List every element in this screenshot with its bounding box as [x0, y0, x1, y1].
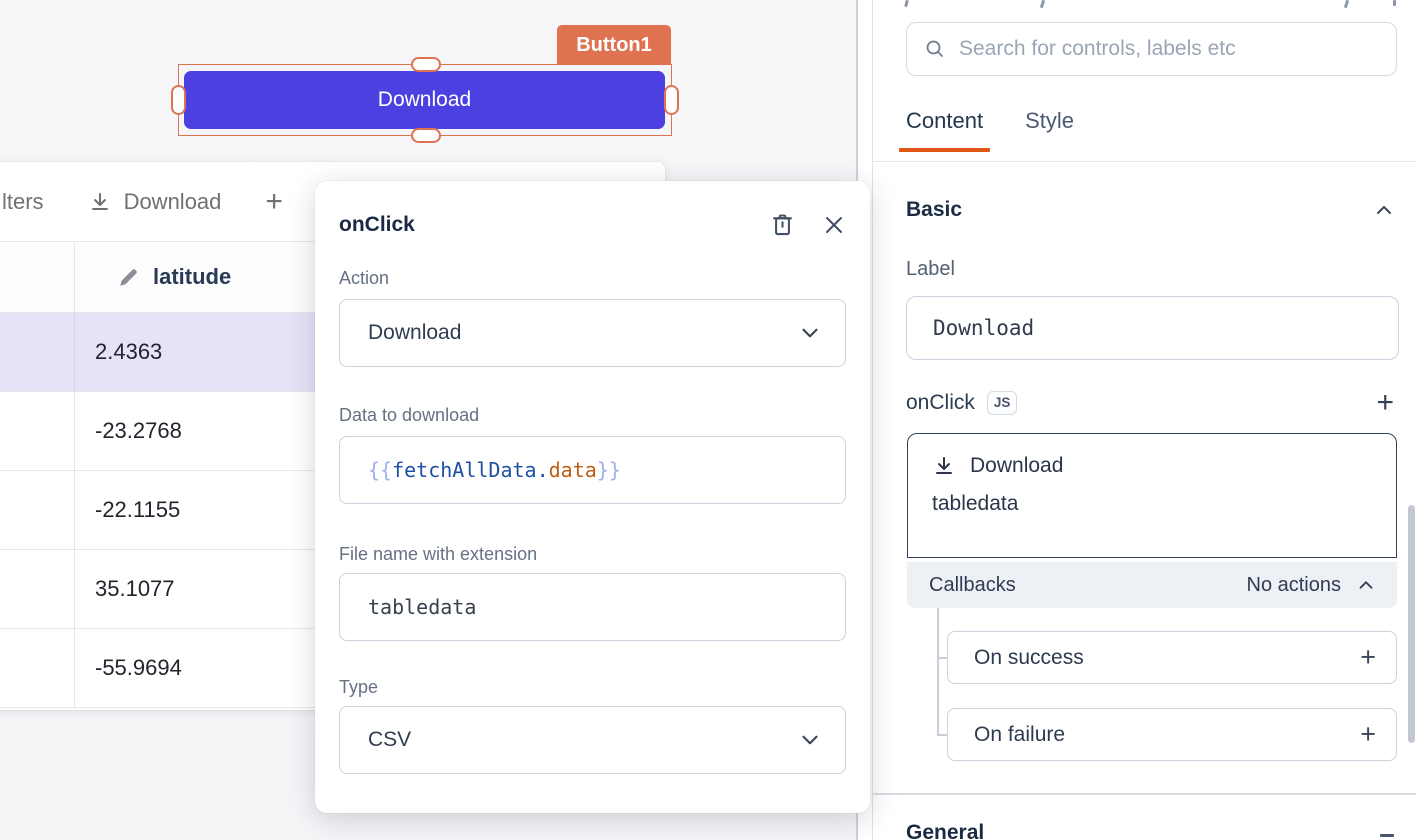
popup-title: onClick [339, 213, 769, 237]
data-to-download-input[interactable]: {{fetchAllData.data}} [339, 436, 846, 504]
label-field-label: Label [906, 258, 955, 281]
search-input[interactable] [959, 37, 1380, 61]
general-section-header[interactable]: General [906, 818, 1394, 840]
action-select-value: Download [368, 321, 797, 345]
property-pane: Content Style Basic Label Download onCli… [872, 0, 1416, 840]
table-filters-button[interactable]: lters [2, 189, 44, 215]
callback-tree-line [937, 608, 939, 735]
search-icon [923, 37, 947, 61]
type-field-label: Type [339, 677, 846, 698]
add-on-success-button[interactable]: + [1360, 644, 1376, 671]
file-name-value: tabledata [368, 595, 476, 619]
code-close-braces: }} [597, 458, 621, 482]
cell-latitude: 2.4363 [75, 313, 162, 391]
action-card-name: tabledata [932, 492, 1372, 516]
column-header-label: latitude [153, 264, 231, 290]
file-name-input[interactable]: tabledata [339, 573, 846, 641]
action-card-action: Download [970, 454, 1063, 478]
onclick-action-popup: onClick Action Download Da [315, 181, 870, 813]
clipped-text-fragment [1040, 0, 1045, 8]
table-add-column-button[interactable]: + [265, 185, 283, 219]
chevron-up-icon [1380, 834, 1394, 837]
chevron-down-icon [797, 727, 823, 753]
clipped-text-fragment [1393, 0, 1396, 6]
general-section-title: General [906, 818, 984, 840]
table-download-label: Download [124, 189, 222, 215]
basic-section-header[interactable]: Basic [906, 198, 1396, 222]
property-search [906, 22, 1397, 76]
chevron-down-icon [797, 320, 823, 346]
callbacks-toggle[interactable]: Callbacks No actions [907, 562, 1397, 608]
type-select[interactable]: CSV [339, 706, 846, 774]
on-failure-card[interactable]: On failure + [947, 708, 1397, 761]
onclick-action-card[interactable]: Download tabledata [907, 433, 1397, 558]
on-failure-label: On failure [974, 723, 1360, 747]
section-divider [873, 793, 1416, 795]
cell-latitude: -55.9694 [75, 629, 182, 707]
resize-handle-top[interactable] [411, 57, 441, 72]
basic-section-title: Basic [906, 198, 962, 222]
download-icon [88, 190, 112, 214]
label-input-value: Download [933, 316, 1034, 340]
cell-latitude: 35.1077 [75, 550, 175, 628]
tabs-divider [873, 161, 1416, 162]
tab-style[interactable]: Style [1025, 108, 1074, 152]
table-download-button[interactable]: Download [88, 189, 222, 215]
file-name-label: File name with extension [339, 544, 846, 565]
js-toggle-badge[interactable]: JS [987, 391, 1018, 415]
panel-scrollbar-thumb[interactable] [1408, 505, 1415, 743]
chevron-up-icon [1372, 198, 1396, 222]
code-open-braces: {{ [368, 458, 392, 482]
app-builder: lters Download + latitude [0, 0, 1416, 840]
cell-latitude: -23.2768 [75, 392, 182, 470]
close-popup-button[interactable] [822, 213, 846, 237]
table-column-latitude[interactable]: latitude [75, 242, 231, 312]
resize-handle-right[interactable] [664, 85, 679, 115]
download-button-widget[interactable]: Download [184, 71, 665, 129]
tab-content[interactable]: Content [906, 108, 983, 152]
data-to-download-label: Data to download [339, 405, 846, 426]
chevron-up-icon [1355, 574, 1377, 596]
onclick-property-row: onClick JS + [906, 388, 1394, 418]
code-dot: . [537, 458, 549, 482]
type-select-value: CSV [368, 728, 797, 752]
add-on-failure-button[interactable]: + [1360, 721, 1376, 748]
pane-tabs: Content Style [906, 108, 1074, 152]
resize-handle-bottom[interactable] [411, 128, 441, 143]
on-success-card[interactable]: On success + [947, 631, 1397, 684]
code-property: data [549, 458, 597, 482]
table-header-left-cell [0, 242, 75, 312]
widget-name-tag[interactable]: Button1 [557, 25, 671, 65]
resize-handle-left[interactable] [171, 85, 186, 115]
callbacks-status: No actions [1247, 574, 1342, 597]
download-icon [932, 454, 956, 478]
trash-icon [769, 211, 796, 238]
clipped-text-fragment [904, 0, 909, 7]
action-field-label: Action [339, 268, 846, 289]
delete-action-button[interactable] [769, 211, 796, 238]
edit-pencil-icon [117, 265, 141, 289]
on-success-label: On success [974, 646, 1360, 670]
clipped-text-fragment [1344, 0, 1349, 8]
add-action-button[interactable]: + [1376, 388, 1394, 418]
action-select[interactable]: Download [339, 299, 846, 367]
cell-latitude: -22.1155 [75, 471, 180, 549]
filters-label: lters [2, 189, 44, 215]
close-icon [822, 213, 846, 237]
code-reference: fetchAllData [392, 458, 537, 482]
onclick-property-label: onClick [906, 391, 975, 415]
callbacks-label: Callbacks [929, 574, 1247, 597]
label-input[interactable]: Download [906, 296, 1399, 360]
